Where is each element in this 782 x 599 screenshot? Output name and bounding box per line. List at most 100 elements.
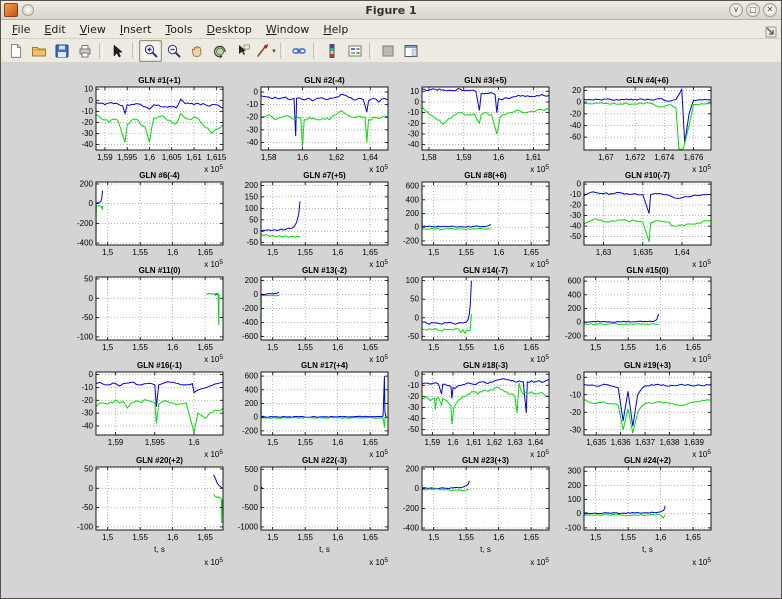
rotate-3d-icon[interactable] (208, 40, 231, 62)
y-tick-label: 0 (254, 227, 259, 236)
y-tick-label: -100 (565, 523, 582, 532)
legend-icon[interactable] (343, 40, 366, 62)
x-axis-label: t, s (319, 545, 330, 554)
subplot-title: GLN #4(+6) (626, 76, 669, 85)
toolbar-separator (369, 43, 373, 59)
subplot-gln242[interactable]: GLN #24(+2)3002001000-1001,51,551,61,65x… (551, 454, 719, 572)
y-tick-label: 0 (415, 97, 420, 106)
open-folder-icon[interactable] (27, 40, 50, 62)
y-tick-label: 0 (89, 294, 94, 303)
print-icon[interactable] (73, 40, 96, 62)
x-tick-label: 1,6 (493, 343, 505, 352)
subplot-title: GLN #8(+6) (464, 171, 507, 180)
zoom-in-icon[interactable] (139, 40, 162, 62)
pan-hand-icon[interactable] (185, 40, 208, 62)
y-tick-label: -200 (403, 236, 420, 245)
colorbar-icon[interactable] (320, 40, 343, 62)
subplot-title: GLN #2(-4) (304, 76, 345, 85)
zoom-out-icon[interactable] (162, 40, 185, 62)
close-button[interactable]: ✕ (763, 3, 777, 17)
y-tick-label: -40 (407, 414, 419, 423)
x-tick-label: 1,62 (486, 438, 502, 447)
x-tick-label: 1,64 (362, 153, 378, 162)
figure-window: Figure 1 ∨□✕ FileEditViewInsertToolsDesk… (0, 0, 782, 599)
menu-desktop[interactable]: Desktop (200, 21, 259, 38)
window-title: Figure 1 (1, 4, 781, 17)
subplot-gln2-4[interactable]: GLN #2(-4)0-10-20-30-401,581,61,621,64x … (228, 74, 396, 169)
y-tick-label: -10 (569, 190, 581, 199)
menu-tools[interactable]: Tools (158, 21, 199, 38)
menu-insert[interactable]: Insert (113, 21, 159, 38)
y-tick-label: -40 (569, 121, 581, 130)
edit-arrow-icon[interactable] (106, 40, 129, 62)
subplot-gln10-7[interactable]: GLN #10(-7)0-10-20-30-40-501,631,6351,64… (551, 169, 719, 264)
toolbar: ▾ (1, 39, 781, 64)
new-file-icon[interactable] (4, 40, 27, 62)
subplot-gln16-1[interactable]: GLN #16(-1)0-10-20-30-401,591,5951,6x 10… (63, 359, 231, 454)
subplot-gln35[interactable]: GLN #3(+5)100-10-20-30-401,581,591,61,61… (389, 74, 557, 169)
figure-canvas[interactable]: GLN #1(+1)100-10-20-30-401,591,5951,61,6… (1, 62, 781, 598)
dropdown-arrow-icon[interactable]: ▾ (272, 47, 276, 55)
subplot-gln14-7[interactable]: GLN #14(-7)100500-501,51,551,61,65x 105 (389, 264, 557, 359)
save-icon[interactable] (50, 40, 73, 62)
y-tick-label: -200 (403, 504, 420, 513)
subplot-gln13-2[interactable]: GLN #13(-2)2000-200-400-6001,51,551,61,6… (228, 264, 396, 359)
subplot-gln202[interactable]: GLN #20(+2)500-50-1001,51,551,61,65x 105… (63, 454, 231, 572)
x-tick-label: 1,65 (362, 343, 378, 352)
link-plot-icon[interactable] (287, 40, 310, 62)
menu-file[interactable]: File (5, 21, 37, 38)
y-tick-label: -30 (81, 409, 93, 418)
y-tick-label: 20 (572, 86, 581, 95)
subplot-gln6-4[interactable]: GLN #6(-4)2000-200-4001,51,551,61,65x 10… (63, 169, 231, 264)
y-tick-label: 200 (406, 464, 420, 473)
subplot-gln22-3[interactable]: GLN #22(-3)5000-500-10001,51,551,61,65x … (228, 454, 396, 572)
y-tick-label: 0 (415, 313, 420, 322)
subplot-gln75[interactable]: GLN #7(+5)200150100500-501,51,551,61,65x… (228, 169, 396, 264)
x-tick-label: 1,65 (197, 248, 213, 257)
y-tick-label: -1000 (238, 522, 259, 531)
subplot-gln18-3[interactable]: GLN #18(-3)0-10-20-30-40-501,591,61,611,… (389, 359, 557, 454)
x-tick-label: 1,67 (598, 153, 614, 162)
menu-help[interactable]: Help (316, 21, 355, 38)
subplot-gln46[interactable]: GLN #4(+6)200-20-40-601,671,6721,6741,67… (551, 74, 719, 169)
x-tick-label: 1,674 (654, 153, 675, 162)
subplot-gln110[interactable]: GLN #11(0)500-50-1001,51,551,61,65x 105 (63, 264, 231, 359)
dock-figure-arrow-icon[interactable] (765, 23, 777, 42)
x-tick-label: 1,6 (332, 343, 344, 352)
hide-plot-tools-icon[interactable] (376, 40, 399, 62)
y-tick-label: 0 (577, 318, 582, 327)
title-bar[interactable]: Figure 1 ∨□✕ (1, 1, 781, 20)
x-tick-label: 1,59 (97, 153, 113, 162)
y-tick-label: 0 (577, 180, 582, 189)
subplot-title: GLN #11(0) (139, 266, 181, 275)
subplot-gln86[interactable]: GLN #8(+6)6004002000-2001,51,551,61,65x … (389, 169, 557, 264)
minimize-button[interactable]: ∨ (729, 3, 743, 17)
x-tick-label: 1,65 (523, 533, 539, 542)
subplot-gln233[interactable]: GLN #23(+3)2000-200-4001,51,551,61,65x 1… (389, 454, 557, 572)
maximize-button[interactable]: □ (746, 3, 760, 17)
menu-window[interactable]: Window (259, 21, 316, 38)
y-tick-label: 0 (577, 509, 582, 518)
y-tick-label: -400 (242, 318, 259, 327)
brush-icon[interactable]: ▾ (254, 40, 277, 62)
x-tick-label: 1,6 (332, 533, 344, 542)
y-tick-label: -10 (407, 381, 419, 390)
menu-edit[interactable]: Edit (37, 21, 72, 38)
x-tick-label: 1,55 (458, 248, 474, 257)
toolbar-separator (313, 43, 317, 59)
subplot-gln174[interactable]: GLN #17(+4)6004002000-2001,51,551,61,65x… (228, 359, 396, 454)
subplot-gln193[interactable]: GLN #19(+3)0-10-20-301,6351,6361,6371,63… (551, 359, 719, 454)
subplot-gln150[interactable]: GLN #15(0)6004002000-2001,51,551,61,65x … (551, 264, 719, 359)
dock-figure-icon[interactable] (399, 40, 422, 62)
subplot-title: GLN #10(-7) (625, 171, 670, 180)
x-tick-label: 1,6 (332, 248, 344, 257)
x-tick-label: 1,6 (167, 248, 179, 257)
y-tick-label: -20 (569, 201, 581, 210)
subplot-gln11[interactable]: GLN #1(+1)100-10-20-30-401,591,5951,61,6… (63, 74, 231, 169)
subplot-title: GLN #24(+2) (624, 456, 671, 465)
y-tick-label: -200 (77, 219, 94, 228)
menu-view[interactable]: View (73, 21, 113, 38)
x-tick-label: 1,5 (267, 248, 279, 257)
y-tick-label: 400 (245, 385, 259, 394)
data-cursor-icon[interactable] (231, 40, 254, 62)
